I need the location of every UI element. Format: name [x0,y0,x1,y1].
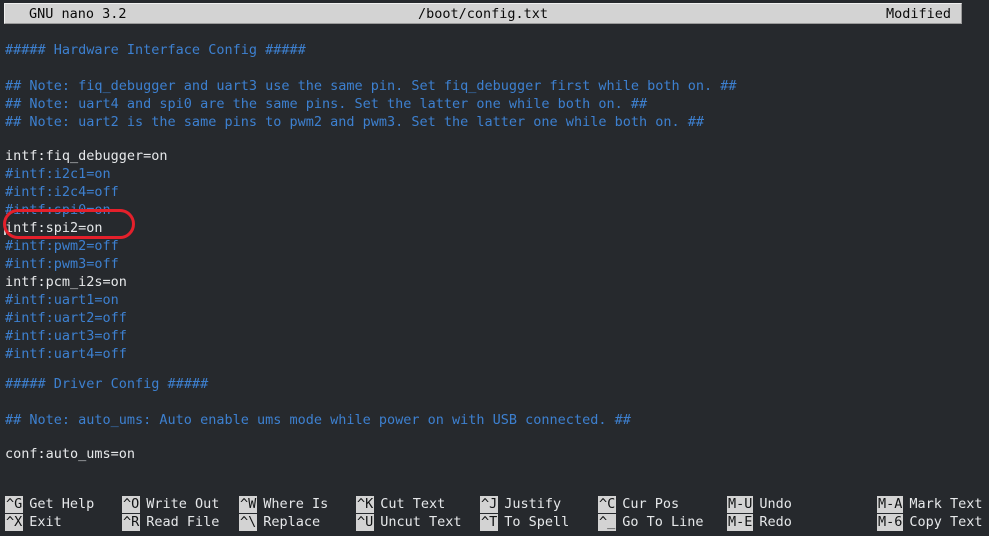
comment-line: #intf:uart3=off [5,328,127,344]
shortcut-label: Cut Text [380,496,446,512]
comment-line: #intf:uart4=off [5,346,127,362]
shortcut-item[interactable]: ^U Uncut Text [356,514,462,531]
comment-line: #intf:uart1=on [5,292,119,308]
shortcut-item[interactable]: ^X Exit [5,514,62,531]
titlebar-background: GNU nano 3.2 /boot/config.txt Modified [4,3,962,24]
app-version-label: GNU nano 3.2 [29,6,127,22]
comment-line: ##### Driver Config ##### [5,376,209,392]
shortcut-item[interactable]: ^_ Go To Line [598,514,704,531]
shortcut-key-badge: ^R [122,514,141,531]
comment-line: ## Note: uart2 is the same pins to pwm2 … [5,114,704,130]
config-line: conf:auto_ums=on [5,446,136,462]
titlebar: GNU nano 3.2 /boot/config.txt Modified [0,0,989,27]
shortcut-item[interactable]: M-U Undo [727,496,792,513]
shortcut-item[interactable]: ^O Write Out [122,496,219,513]
shortcut-key-badge: ^_ [598,514,617,531]
shortcut-key-badge: ^T [480,514,499,531]
editor-text-area[interactable]: ##### Hardware Interface Config ##### ## … [0,27,989,493]
comment-line: #intf:i2c4=off [5,184,119,200]
shortcut-key-badge: M-U [727,496,754,513]
shortcut-label: Redo [759,514,792,530]
shortcut-label: Undo [759,496,792,512]
shortcut-key-badge: ^C [598,496,617,513]
shortcut-item[interactable]: ^C Cur Pos [598,496,679,513]
shortcut-label: Where Is [263,496,329,512]
shortcut-item[interactable]: ^W Where Is [239,496,328,513]
shortcut-label: Go To Line [622,514,704,530]
shortcut-key-badge: ^J [480,496,499,513]
shortcut-label: Justify [504,496,562,512]
comment-line: #intf:spi0=on [5,202,111,218]
shortcut-item[interactable]: ^T To Spell [480,514,569,531]
config-line: intf:fiq_debugger=on [5,148,168,164]
shortcut-label: Replace [263,514,321,530]
shortcut-label: Read File [146,514,220,530]
shortcut-label: Mark Text [909,496,983,512]
shortcut-label: Cur Pos [622,496,680,512]
shortcut-key-badge: M-A [877,496,904,513]
shortcut-key-badge: ^\ [239,514,258,531]
comment-line: ## Note: fiq_debugger and uart3 use the … [5,78,737,94]
shortcut-item[interactable]: M-6 Copy Text [877,514,983,531]
filename-label: /boot/config.txt [417,6,549,22]
comment-line: #intf:i2c1=on [5,166,111,182]
modified-status-label: Modified [885,6,951,22]
shortcut-key-badge: ^U [356,514,375,531]
shortcut-key-badge: M-E [727,514,754,531]
shortcut-key-badge: ^K [356,496,375,513]
shortcut-bar: ^G Get Help ^X Exit ^O Write Out ^R Read File ^W… [0,493,989,536]
shortcut-label: Write Out [146,496,220,512]
comment-line: ## Note: uart4 and spi0 are the same pin… [5,96,648,112]
shortcut-label: Exit [29,514,62,530]
shortcut-item[interactable]: ^G Get Help [5,496,94,513]
shortcut-item[interactable]: M-E Redo [727,514,792,531]
shortcut-item[interactable]: ^J Justify [480,496,561,513]
shortcut-item[interactable]: M-A Mark Text [877,496,983,513]
comment-line: ## Note: auto_ums: Auto enable ums mode … [5,412,631,428]
shortcut-label: To Spell [504,514,570,530]
comment-line: #intf:pwm3=off [5,256,119,272]
shortcut-label: Uncut Text [380,514,462,530]
comment-line: ##### Hardware Interface Config ##### [5,42,306,58]
config-line: intf:spi2=on [5,220,103,236]
nano-editor-window: GNU nano 3.2 /boot/config.txt Modified #… [0,0,989,536]
shortcut-key-badge: M-6 [877,514,904,531]
shortcut-key-badge: ^O [122,496,141,513]
shortcut-key-badge: ^G [5,496,24,513]
shortcut-label: Get Help [29,496,95,512]
shortcut-key-badge: ^W [239,496,258,513]
text-cursor [4,220,6,235]
shortcut-label: Copy Text [909,514,983,530]
shortcut-item[interactable]: ^\ Replace [239,514,320,531]
comment-line: #intf:pwm2=off [5,238,119,254]
shortcut-item[interactable]: ^K Cut Text [356,496,445,513]
shortcut-item[interactable]: ^R Read File [122,514,219,531]
comment-line: #intf:uart2=off [5,310,127,326]
shortcut-key-badge: ^X [5,514,24,531]
config-line: intf:pcm_i2s=on [5,274,127,290]
